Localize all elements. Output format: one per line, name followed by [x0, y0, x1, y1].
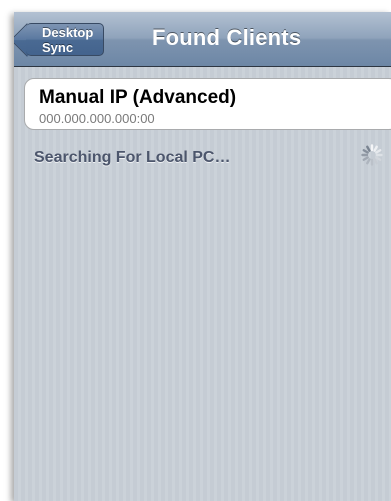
- back-button-label: Desktop Sync: [42, 24, 94, 55]
- searching-status-label: Searching For Local PC…: [34, 149, 231, 166]
- manual-ip-cell[interactable]: Manual IP (Advanced) 000.000.000.000:00: [24, 78, 391, 130]
- activity-spinner-icon: [361, 144, 383, 166]
- manual-ip-address: 000.000.000.000:00: [39, 111, 155, 126]
- found-clients-screen: Desktop Sync Found Clients Manual IP (Ad…: [14, 12, 391, 501]
- navigation-bar: Desktop Sync Found Clients: [14, 12, 391, 67]
- back-button-desktop-sync[interactable]: Desktop Sync: [26, 23, 105, 56]
- manual-ip-title: Manual IP (Advanced): [39, 87, 237, 108]
- page-title: Found Clients: [152, 25, 302, 50]
